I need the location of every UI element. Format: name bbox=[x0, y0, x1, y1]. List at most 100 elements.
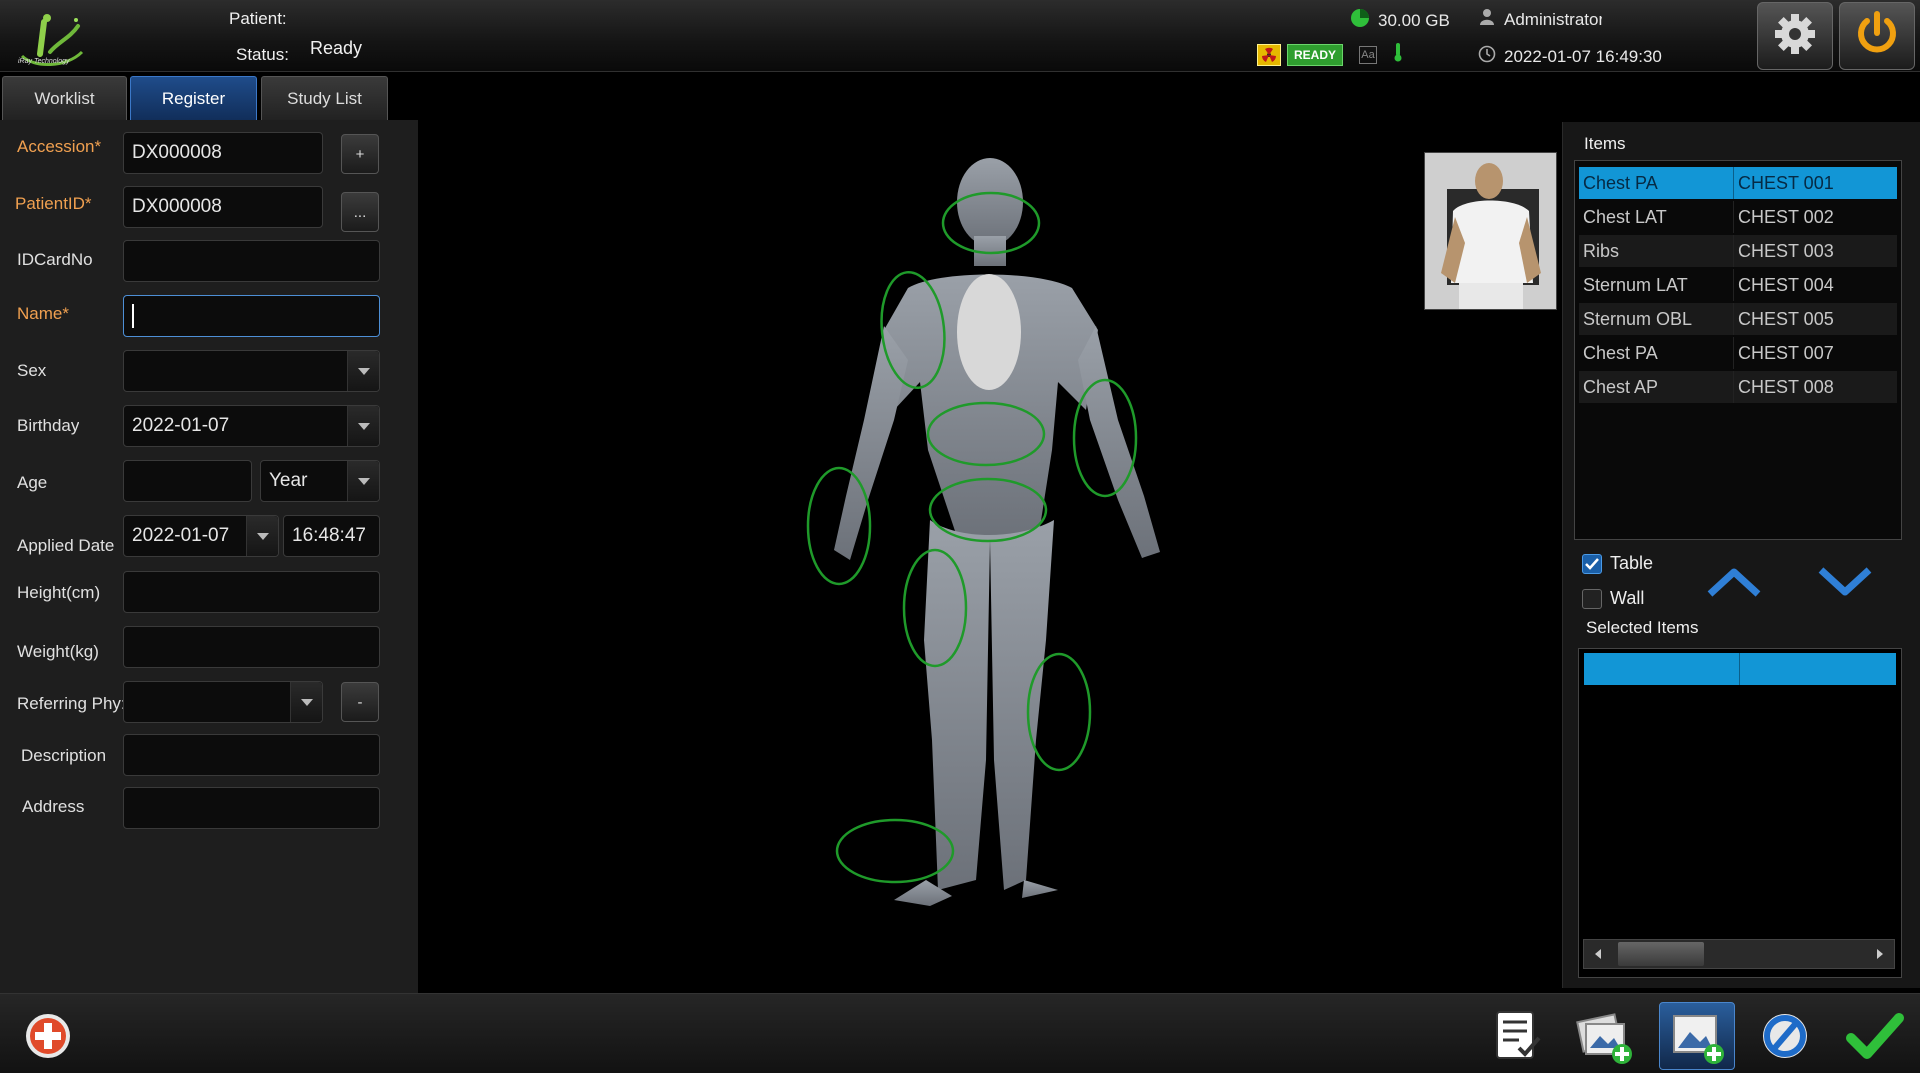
birthday-picker[interactable]: 2022-01-07 bbox=[123, 405, 380, 447]
item-name: Sternum LAT bbox=[1579, 269, 1734, 301]
age-unit-select[interactable]: Year bbox=[260, 460, 380, 502]
iray-logo: iRay Technology bbox=[14, 12, 90, 70]
list-item[interactable]: Chest LAT CHEST 002 bbox=[1579, 201, 1897, 233]
item-name: Chest PA bbox=[1579, 337, 1734, 369]
add-images-button[interactable] bbox=[1567, 1002, 1643, 1070]
emergency-cross-icon bbox=[26, 1014, 70, 1058]
item-name: Chest LAT bbox=[1579, 201, 1734, 233]
table-option-label: Table bbox=[1610, 553, 1654, 573]
tab-worklist[interactable]: Worklist bbox=[2, 76, 127, 120]
address-label: Address bbox=[22, 797, 85, 816]
table-checkbox[interactable] bbox=[1582, 554, 1602, 574]
chevron-down-icon[interactable] bbox=[290, 682, 322, 722]
item-code: CHEST 005 bbox=[1738, 308, 1834, 329]
age-label: Age bbox=[17, 473, 48, 492]
wall-option-label: Wall bbox=[1610, 588, 1645, 608]
cancel-icon bbox=[1763, 1014, 1807, 1058]
checkmark-icon bbox=[1585, 558, 1599, 570]
checklist-icon bbox=[1496, 1011, 1541, 1059]
patient-position-thumbnail bbox=[1424, 152, 1557, 310]
referring-physician-select[interactable] bbox=[123, 681, 323, 723]
item-code: CHEST 008 bbox=[1738, 376, 1834, 397]
datetime-text: 2022-01-07 16:49:30 bbox=[1504, 46, 1662, 66]
applied-time-input[interactable]: 16:48:47 bbox=[283, 515, 380, 557]
selected-items-header bbox=[1584, 653, 1896, 685]
item-name: Chest AP bbox=[1579, 371, 1734, 403]
body-region-map bbox=[418, 120, 1566, 993]
disk-pie-icon bbox=[1350, 8, 1370, 33]
add-image-icon bbox=[1576, 1013, 1632, 1064]
list-item[interactable]: Sternum LAT CHEST 004 bbox=[1579, 269, 1897, 301]
disk-space-text: 30.00 GB bbox=[1378, 10, 1450, 30]
move-up-button[interactable] bbox=[1704, 562, 1764, 602]
list-item[interactable]: Ribs CHEST 003 bbox=[1579, 235, 1897, 267]
selected-header-col1 bbox=[1584, 653, 1740, 685]
tab-study-list[interactable]: Study List bbox=[261, 76, 388, 120]
list-item[interactable]: Chest PA CHEST 001 bbox=[1579, 167, 1897, 199]
foot-region[interactable] bbox=[835, 818, 955, 884]
right-hand-region[interactable] bbox=[806, 466, 872, 586]
bottom-toolbar bbox=[0, 993, 1920, 1073]
sex-select[interactable] bbox=[123, 350, 380, 392]
scroll-left-icon[interactable] bbox=[1584, 940, 1612, 968]
font-size-icon[interactable]: Aa bbox=[1359, 45, 1378, 64]
clock-icon bbox=[1478, 45, 1496, 68]
sex-label: Sex bbox=[17, 361, 47, 380]
patient-id-input[interactable]: DX000008 bbox=[123, 186, 323, 228]
chevron-down-icon[interactable] bbox=[347, 351, 379, 391]
name-input[interactable] bbox=[123, 295, 380, 337]
status-label: Status: bbox=[236, 45, 289, 64]
list-item[interactable]: Chest PA CHEST 007 bbox=[1579, 337, 1897, 369]
wall-checkbox[interactable] bbox=[1582, 589, 1602, 609]
applied-date-picker[interactable]: 2022-01-07 bbox=[123, 515, 279, 557]
referring-physician-remove-button[interactable]: - bbox=[341, 682, 379, 722]
scrollbar-thumb[interactable] bbox=[1618, 942, 1704, 966]
height-label: Height(cm) bbox=[17, 583, 101, 602]
patient-id-browse-button[interactable]: ... bbox=[341, 192, 379, 232]
scroll-right-icon[interactable] bbox=[1866, 940, 1894, 968]
ready-badge: READY bbox=[1287, 43, 1344, 66]
add-image-button[interactable] bbox=[1659, 1002, 1735, 1070]
address-input[interactable] bbox=[123, 787, 380, 829]
accession-input[interactable]: DX000008 bbox=[123, 132, 323, 174]
horizontal-scrollbar[interactable] bbox=[1583, 939, 1895, 969]
settings-button[interactable] bbox=[1757, 2, 1833, 70]
item-name: Chest PA bbox=[1579, 167, 1734, 199]
description-input[interactable] bbox=[123, 734, 380, 776]
weight-label: Weight(kg) bbox=[17, 642, 99, 661]
chevron-down-icon bbox=[1818, 567, 1872, 596]
patient-id-label: PatientID* bbox=[15, 194, 92, 213]
emergency-button[interactable] bbox=[10, 1002, 86, 1070]
chevron-down-icon[interactable] bbox=[347, 461, 379, 501]
weight-input[interactable] bbox=[123, 626, 380, 668]
top-bar: iRay Technology Patient: Status: Ready 3… bbox=[0, 0, 1920, 72]
human-body-silhouette bbox=[834, 158, 1160, 906]
referring-physician-label: Referring Phy: bbox=[17, 694, 123, 713]
height-input[interactable] bbox=[123, 571, 380, 613]
id-card-label: IDCardNo bbox=[17, 250, 93, 269]
chest-region[interactable] bbox=[957, 274, 1021, 390]
tab-register[interactable]: Register bbox=[130, 76, 257, 120]
list-item[interactable]: Chest AP CHEST 008 bbox=[1579, 371, 1897, 403]
age-input[interactable] bbox=[123, 460, 252, 502]
item-name: Sternum OBL bbox=[1579, 303, 1734, 335]
item-code: CHEST 004 bbox=[1738, 274, 1834, 295]
cancel-button[interactable] bbox=[1747, 1002, 1823, 1070]
power-button[interactable] bbox=[1839, 2, 1915, 70]
user-name: Administrator bbox=[1504, 9, 1602, 29]
item-code: CHEST 002 bbox=[1738, 206, 1834, 227]
worklist-check-button[interactable] bbox=[1479, 1002, 1555, 1070]
chevron-up-icon bbox=[1707, 568, 1761, 597]
confirm-button[interactable] bbox=[1837, 1002, 1913, 1070]
items-title: Items bbox=[1584, 134, 1626, 153]
add-accession-button[interactable]: + bbox=[341, 134, 379, 174]
move-down-button[interactable] bbox=[1815, 562, 1875, 602]
id-card-input[interactable] bbox=[123, 240, 380, 282]
power-icon bbox=[1852, 9, 1902, 64]
current-user: Administrator bbox=[1478, 8, 1602, 31]
list-item[interactable]: Sternum OBL CHEST 005 bbox=[1579, 303, 1897, 335]
chevron-down-icon[interactable] bbox=[246, 516, 278, 556]
selected-items-list bbox=[1578, 648, 1902, 978]
chevron-down-icon[interactable] bbox=[347, 406, 379, 446]
thermometer-icon bbox=[1393, 42, 1403, 67]
